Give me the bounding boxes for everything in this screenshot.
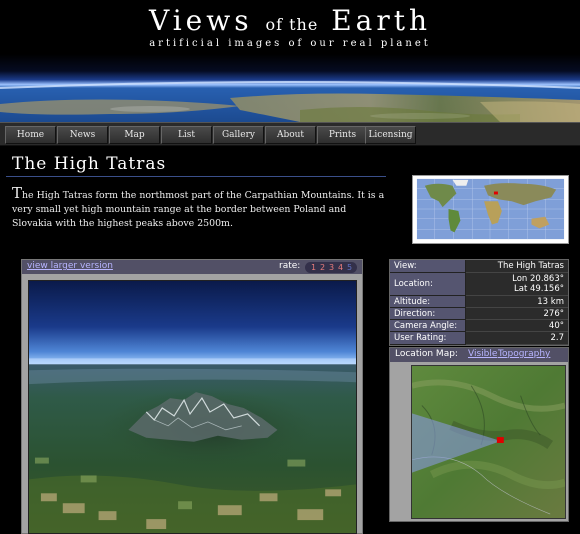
info-key-user-rating: User Rating:: [390, 332, 466, 345]
site-header: Views of the Earth artificial images of …: [0, 0, 580, 122]
world-overview-map[interactable]: [412, 175, 569, 244]
nav-news[interactable]: News: [57, 126, 108, 144]
rate-option-1[interactable]: 1: [311, 263, 316, 272]
location-map-label: Location Map:: [395, 349, 458, 359]
nav-licensing[interactable]: Licensing: [365, 126, 416, 144]
info-key-direction: Direction:: [390, 308, 466, 320]
info-value-lat: Lat 49.156°: [514, 284, 564, 294]
rate-option-4[interactable]: 4: [338, 263, 343, 272]
info-row-altitude: Altitude: 13 km: [390, 296, 568, 308]
rate-option-3[interactable]: 3: [329, 263, 334, 272]
visible-map-link[interactable]: Visible: [468, 349, 497, 359]
info-value-lon: Lon 20.863°: [512, 274, 564, 284]
info-key-camera-angle: Camera Angle:: [390, 320, 466, 332]
topography-map-link[interactable]: Topography: [498, 349, 550, 359]
title-divider: [6, 176, 386, 177]
info-key-view: View:: [390, 260, 466, 273]
info-row-camera-angle: Camera Angle: 40°: [390, 320, 568, 332]
location-map-panel: Location Map: Visible Topography: [389, 347, 569, 522]
nav-list[interactable]: List: [161, 126, 212, 144]
site-title: Views of the Earth: [0, 4, 580, 37]
info-value-altitude: 13 km: [466, 296, 568, 308]
rate-option-5[interactable]: 5: [347, 263, 352, 272]
nav-gallery[interactable]: Gallery: [213, 126, 264, 144]
page-title: The High Tatras: [12, 154, 167, 174]
nav-home[interactable]: Home: [5, 126, 56, 144]
info-key-location: Location:: [390, 273, 466, 296]
location-map-image[interactable]: [411, 365, 566, 519]
info-value-view: The High Tatras: [466, 260, 568, 273]
info-value-user-rating: 2.7: [466, 332, 568, 345]
info-value-direction: 276°: [466, 308, 568, 320]
intro-dropcap: T: [12, 184, 23, 202]
site-title-earth: Earth: [331, 4, 432, 37]
main-nav: Home News Map List Gallery About Prints …: [0, 122, 580, 146]
site-tagline: artificial images of our real planet: [149, 38, 431, 49]
info-value-camera-angle: 40°: [466, 320, 568, 332]
intro-text: he High Tatras form the northmost part o…: [12, 190, 385, 229]
info-row-direction: Direction: 276°: [390, 308, 568, 320]
earth-view-image[interactable]: [28, 280, 357, 534]
nav-map[interactable]: Map: [109, 126, 160, 144]
rate-option-2[interactable]: 2: [320, 263, 325, 272]
nav-prints[interactable]: Prints: [317, 126, 368, 144]
image-toolbar: view larger version rate: 1 2 3 4 5: [22, 260, 362, 274]
info-key-altitude: Altitude:: [390, 296, 466, 308]
location-map-toolbar: Location Map: Visible Topography: [390, 348, 568, 362]
info-row-location: Location: Lon 20.863° Lat 49.156°: [390, 273, 568, 296]
earth-horizon-banner: [0, 54, 580, 122]
site-title-views: Views: [148, 4, 253, 37]
rating-widget: 1 2 3 4 5: [305, 262, 357, 273]
info-value-location: Lon 20.863° Lat 49.156°: [466, 273, 568, 296]
info-row-user-rating: User Rating: 2.7: [390, 332, 568, 345]
view-info-table: View: The High Tatras Location: Lon 20.8…: [389, 259, 569, 346]
rate-label: rate:: [279, 261, 301, 271]
nav-about[interactable]: About: [265, 126, 316, 144]
info-row-view: View: The High Tatras: [390, 260, 568, 273]
site-title-of-the: of the: [265, 15, 319, 34]
view-larger-link[interactable]: view larger version: [27, 261, 113, 271]
intro-paragraph: The High Tatras form the northmost part …: [12, 186, 388, 231]
main-image-panel: view larger version rate: 1 2 3 4 5: [21, 259, 363, 534]
